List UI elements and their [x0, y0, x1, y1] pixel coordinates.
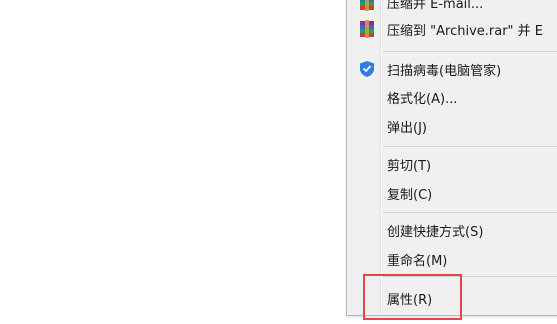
- menu-item-eject[interactable]: 弹出(J): [347, 112, 557, 140]
- menu-item-compress-email[interactable]: 压缩并 E-mail...: [347, 0, 557, 16]
- menu-item-rename[interactable]: 重命名(M): [347, 245, 557, 273]
- menu-separator: [383, 212, 557, 213]
- menu-item-label: 重命名(M): [387, 254, 448, 269]
- menu-item-label: 创建快捷方式(S): [387, 225, 484, 240]
- context-menu: 压缩并 E-mail... 压缩到 "Archive.rar" 并 E 扫描病毒…: [346, 0, 557, 316]
- menu-item-copy[interactable]: 复制(C): [347, 179, 557, 207]
- winrar-archive-icon: [359, 20, 375, 38]
- menu-item-cut[interactable]: 剪切(T): [347, 150, 557, 178]
- menu-item-label: 压缩并 E-mail...: [387, 0, 484, 12]
- menu-item-label: 弹出(J): [387, 121, 427, 136]
- menu-item-label: 扫描病毒(电脑管家): [387, 64, 502, 79]
- menu-separator: [383, 146, 557, 147]
- shield-icon: [359, 60, 375, 78]
- menu-item-scan-virus[interactable]: 扫描病毒(电脑管家): [347, 55, 557, 83]
- menu-separator: [383, 51, 557, 52]
- properties-highlight-box: [363, 274, 462, 320]
- menu-item-label: 复制(C): [387, 188, 433, 203]
- menu-item-create-shortcut[interactable]: 创建快捷方式(S): [347, 216, 557, 244]
- menu-item-compress-archive-email[interactable]: 压缩到 "Archive.rar" 并 E: [347, 15, 557, 43]
- menu-item-format[interactable]: 格式化(A)...: [347, 83, 557, 111]
- menu-item-label: 压缩到 "Archive.rar" 并 E: [387, 24, 544, 39]
- menu-item-label: 格式化(A)...: [387, 92, 458, 107]
- winrar-archive-icon: [359, 0, 375, 11]
- menu-item-label: 剪切(T): [387, 159, 432, 174]
